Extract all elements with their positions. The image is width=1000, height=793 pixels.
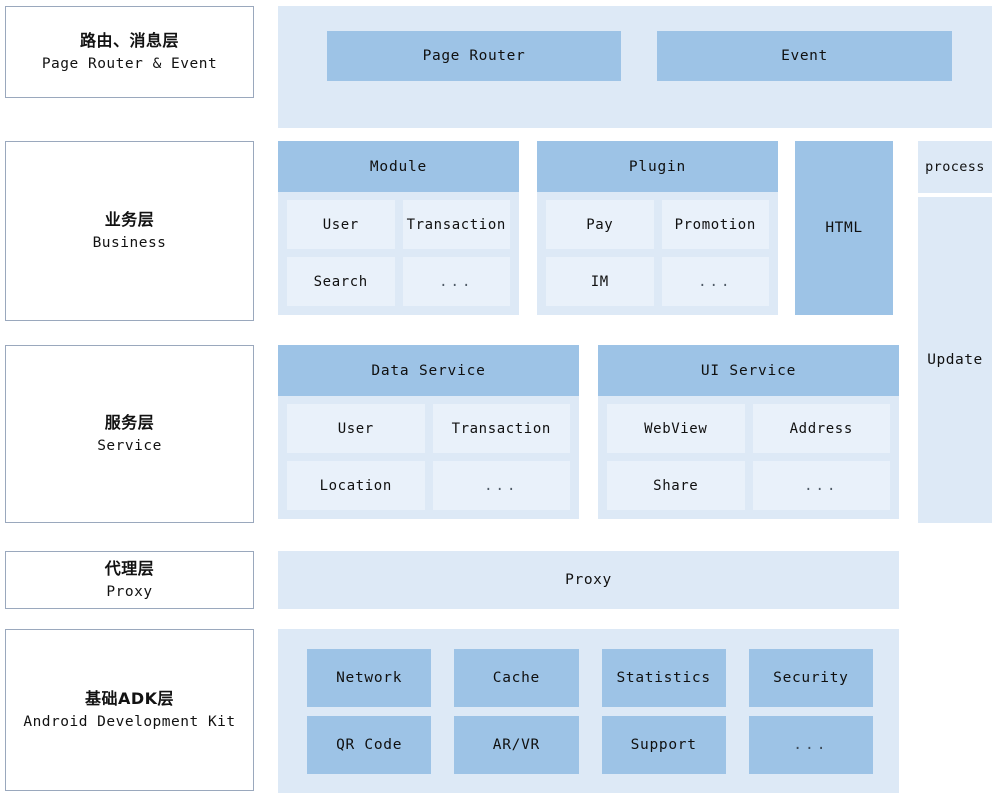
adk-tile-statistics[interactable]: Statistics: [601, 649, 726, 707]
tile-module-search[interactable]: Search: [287, 257, 395, 306]
layer-label-business-en: Business: [92, 234, 167, 251]
tile-module-transaction[interactable]: Transaction: [402, 200, 510, 249]
group-data-service: Data Service User Transaction Location .…: [278, 345, 579, 519]
block-event[interactable]: Event: [657, 31, 952, 81]
layer-label-service-en: Service: [97, 437, 162, 454]
group-ui-service-header: UI Service: [598, 345, 899, 396]
tile-module-user[interactable]: User: [287, 200, 395, 249]
tile-dataservice-more[interactable]: ...: [432, 461, 570, 510]
tile-uiservice-address[interactable]: Address: [752, 404, 890, 453]
adk-tile-ar-vr[interactable]: AR/VR: [454, 716, 579, 774]
tile-plugin-im[interactable]: IM: [546, 257, 654, 306]
adk-tile-more[interactable]: ...: [748, 716, 873, 774]
group-plugin-header: Plugin: [537, 141, 778, 192]
layer-label-business: 业务层 Business: [5, 141, 254, 321]
group-ui-service: UI Service WebView Address Share ...: [598, 345, 899, 519]
tile-module-more[interactable]: ...: [402, 257, 510, 306]
layer-label-service-cn: 服务层: [104, 413, 155, 433]
layer-label-router-cn: 路由、消息层: [79, 31, 179, 51]
tile-plugin-pay[interactable]: Pay: [546, 200, 654, 249]
adk-tile-security[interactable]: Security: [748, 649, 873, 707]
tile-plugin-promotion[interactable]: Promotion: [661, 200, 769, 249]
block-page-router[interactable]: Page Router: [327, 31, 621, 81]
adk-tile-support[interactable]: Support: [601, 716, 726, 774]
layer-label-proxy-cn: 代理层: [104, 559, 155, 579]
layer-label-router: 路由、消息层 Page Router & Event: [5, 6, 254, 98]
adk-tile-qr-code[interactable]: QR Code: [307, 716, 432, 774]
layer-label-proxy: 代理层 Proxy: [5, 551, 254, 609]
tile-uiservice-webview[interactable]: WebView: [607, 404, 745, 453]
tile-dataservice-user[interactable]: User: [287, 404, 425, 453]
block-proxy-bar[interactable]: Proxy: [278, 551, 899, 609]
group-plugin-tiles: Pay Promotion IM ...: [537, 192, 778, 315]
group-data-service-tiles: User Transaction Location ...: [278, 396, 579, 519]
tile-dataservice-transaction[interactable]: Transaction: [432, 404, 570, 453]
adk-tile-network[interactable]: Network: [307, 649, 432, 707]
architecture-diagram: 路由、消息层 Page Router & Event 业务层 Business …: [0, 0, 1000, 793]
layer-label-adk-cn: 基础ADK层: [84, 689, 175, 709]
process-label-box: process: [918, 141, 992, 193]
tile-plugin-more[interactable]: ...: [661, 257, 769, 306]
adk-tile-cache[interactable]: Cache: [454, 649, 579, 707]
tile-dataservice-location[interactable]: Location: [287, 461, 425, 510]
layer-label-business-cn: 业务层: [104, 210, 155, 230]
layer-label-router-en: Page Router & Event: [41, 55, 218, 72]
group-ui-service-tiles: WebView Address Share ...: [598, 396, 899, 519]
adk-tile-grid: Network Cache Statistics Security QR Cod…: [307, 649, 873, 774]
layer-label-adk-en: Android Development Kit: [23, 713, 236, 730]
update-column: Update: [918, 197, 992, 523]
tile-uiservice-more[interactable]: ...: [752, 461, 890, 510]
layer-label-adk: 基础ADK层 Android Development Kit: [5, 629, 254, 791]
block-html[interactable]: HTML: [795, 141, 893, 315]
tile-uiservice-share[interactable]: Share: [607, 461, 745, 510]
group-module-header: Module: [278, 141, 519, 192]
layer-label-proxy-en: Proxy: [106, 583, 153, 600]
group-plugin: Plugin Pay Promotion IM ...: [537, 141, 778, 315]
group-module-tiles: User Transaction Search ...: [278, 192, 519, 315]
layer-label-service: 服务层 Service: [5, 345, 254, 523]
group-module: Module User Transaction Search ...: [278, 141, 519, 315]
group-data-service-header: Data Service: [278, 345, 579, 396]
